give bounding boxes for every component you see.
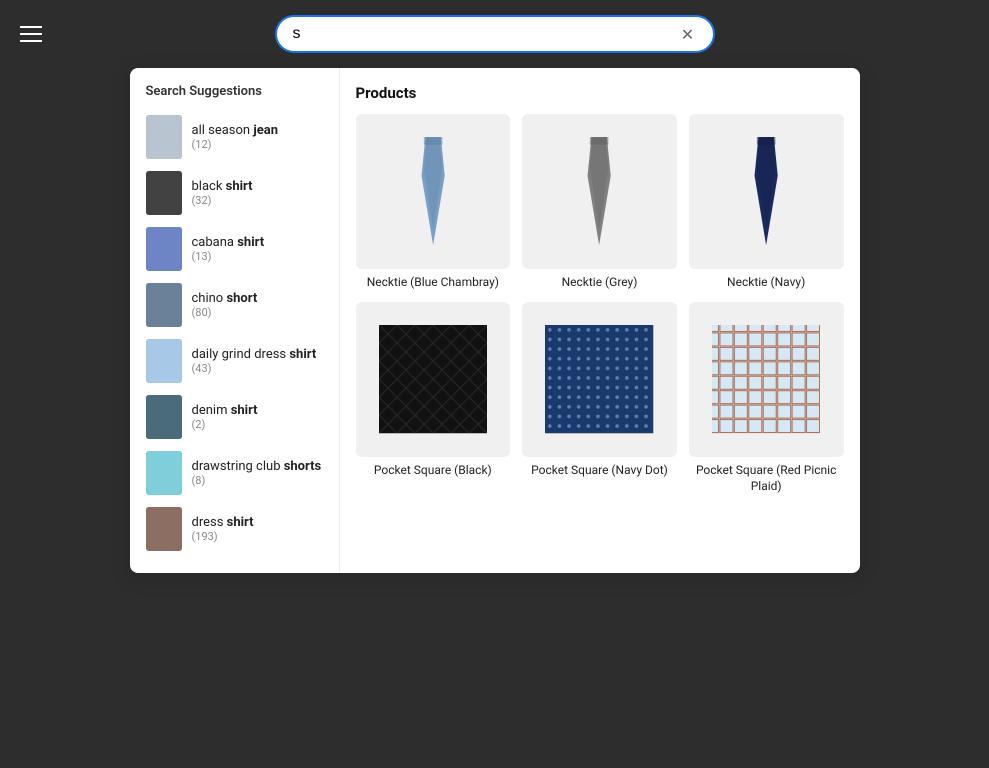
suggestion-count-dress-shirt: (193): [192, 530, 323, 543]
suggestion-thumb-cabana-shirt: [146, 227, 182, 271]
suggestion-item-all-season-jean[interactable]: all season jean(12): [130, 109, 339, 165]
product-card-necktie-grey[interactable]: Necktie (Grey): [522, 114, 677, 290]
suggestion-info-daily-grind-dress-shirt: daily grind dress shirt(43): [192, 347, 323, 375]
product-image-pocket-square-black: [356, 302, 511, 457]
suggestion-name-dress-shirt: dress shirt: [192, 515, 323, 530]
product-card-pocket-square-red-picnic-plaid[interactable]: Pocket Square (Red Picnic Plaid): [689, 302, 844, 494]
suggestion-name-drawstring-club-shorts: drawstring club shorts: [192, 459, 323, 474]
search-bar-wrapper: ✕: [275, 15, 715, 53]
product-image-necktie-navy: [689, 114, 844, 269]
product-name-necktie-blue-chambray: Necktie (Blue Chambray): [356, 275, 511, 291]
products-heading: Products: [356, 84, 844, 102]
suggestion-count-chino-short: (80): [192, 306, 323, 319]
suggestion-thumb-denim-shirt: [146, 395, 182, 439]
suggestion-count-all-season-jean: (12): [192, 138, 323, 151]
suggestions-panel: Search Suggestions all season jean(12) b…: [130, 68, 340, 573]
suggestion-info-black-shirt: black shirt(32): [192, 179, 323, 207]
search-input[interactable]: [293, 25, 671, 43]
suggestion-thumb-black-shirt: [146, 171, 182, 215]
product-image-necktie-blue-chambray: [356, 114, 511, 269]
suggestion-thumb-drawstring-club-shorts: [146, 451, 182, 495]
suggestion-info-all-season-jean: all season jean(12): [192, 123, 323, 151]
product-name-necktie-grey: Necktie (Grey): [522, 275, 677, 291]
product-card-necktie-blue-chambray[interactable]: Necktie (Blue Chambray): [356, 114, 511, 290]
suggestion-count-cabana-shirt: (13): [192, 250, 323, 263]
suggestion-item-denim-shirt[interactable]: denim shirt(2): [130, 389, 339, 445]
suggestion-name-daily-grind-dress-shirt: daily grind dress shirt: [192, 347, 323, 362]
suggestions-list: all season jean(12) black shirt(32) caba…: [130, 109, 339, 557]
suggestion-name-cabana-shirt: cabana shirt: [192, 235, 323, 250]
suggestion-item-drawstring-club-shorts[interactable]: drawstring club shorts(8): [130, 445, 339, 501]
suggestion-name-denim-shirt: denim shirt: [192, 403, 323, 418]
suggestion-info-denim-shirt: denim shirt(2): [192, 403, 323, 431]
suggestion-item-chino-short[interactable]: chino short(80): [130, 277, 339, 333]
product-name-pocket-square-red-picnic-plaid: Pocket Square (Red Picnic Plaid): [689, 463, 844, 494]
product-card-necktie-navy[interactable]: Necktie (Navy): [689, 114, 844, 290]
product-name-pocket-square-black: Pocket Square (Black): [356, 463, 511, 479]
suggestion-count-denim-shirt: (2): [192, 418, 323, 431]
suggestion-name-black-shirt: black shirt: [192, 179, 323, 194]
product-image-pocket-square-red-picnic-plaid: [689, 302, 844, 457]
search-bar: ✕: [275, 15, 715, 53]
suggestions-heading: Search Suggestions: [130, 84, 339, 109]
clear-icon[interactable]: ✕: [679, 25, 697, 43]
product-image-necktie-grey: [522, 114, 677, 269]
suggestion-thumb-all-season-jean: [146, 115, 182, 159]
suggestion-count-daily-grind-dress-shirt: (43): [192, 362, 323, 375]
suggestion-info-chino-short: chino short(80): [192, 291, 323, 319]
suggestion-count-black-shirt: (32): [192, 194, 323, 207]
product-name-necktie-navy: Necktie (Navy): [689, 275, 844, 291]
products-grid: Necktie (Blue Chambray) Necktie (Grey) N…: [356, 114, 844, 494]
search-dropdown: Search Suggestions all season jean(12) b…: [130, 68, 860, 573]
product-card-pocket-square-navy-dot[interactable]: Pocket Square (Navy Dot): [522, 302, 677, 494]
suggestion-name-chino-short: chino short: [192, 291, 323, 306]
suggestion-info-drawstring-club-shorts: drawstring club shorts(8): [192, 459, 323, 487]
suggestion-thumb-chino-short: [146, 283, 182, 327]
suggestion-item-black-shirt[interactable]: black shirt(32): [130, 165, 339, 221]
product-image-pocket-square-navy-dot: [522, 302, 677, 457]
suggestion-info-cabana-shirt: cabana shirt(13): [192, 235, 323, 263]
product-name-pocket-square-navy-dot: Pocket Square (Navy Dot): [522, 463, 677, 479]
suggestion-name-all-season-jean: all season jean: [192, 123, 323, 138]
header: ✕: [0, 0, 989, 68]
suggestion-item-daily-grind-dress-shirt[interactable]: daily grind dress shirt(43): [130, 333, 339, 389]
products-panel: Products Necktie (Blue Chambray) Necktie…: [340, 68, 860, 573]
suggestion-thumb-dress-shirt: [146, 507, 182, 551]
product-card-pocket-square-black[interactable]: Pocket Square (Black): [356, 302, 511, 494]
suggestion-count-drawstring-club-shorts: (8): [192, 474, 323, 487]
menu-icon[interactable]: [20, 26, 42, 42]
suggestion-thumb-daily-grind-dress-shirt: [146, 339, 182, 383]
suggestion-item-cabana-shirt[interactable]: cabana shirt(13): [130, 221, 339, 277]
suggestion-item-dress-shirt[interactable]: dress shirt(193): [130, 501, 339, 557]
suggestion-info-dress-shirt: dress shirt(193): [192, 515, 323, 543]
